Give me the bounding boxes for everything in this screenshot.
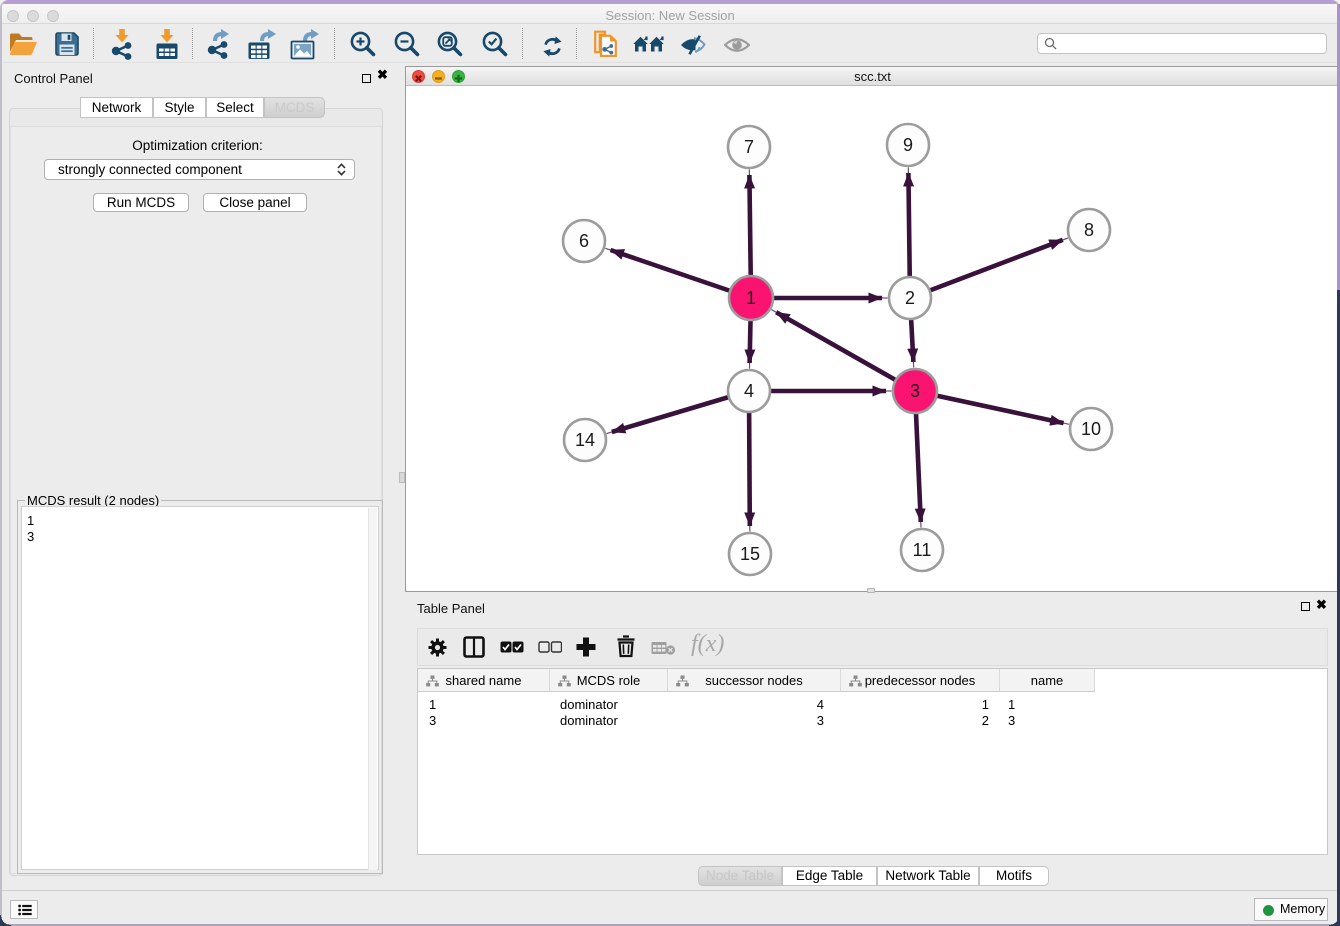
svg-text:2: 2 — [905, 288, 915, 308]
svg-text:4: 4 — [744, 381, 754, 401]
svg-text:15: 15 — [740, 544, 760, 564]
svg-text:3: 3 — [910, 381, 920, 401]
svg-text:7: 7 — [744, 137, 754, 157]
svg-text:11: 11 — [913, 540, 932, 560]
svg-text:6: 6 — [579, 231, 589, 251]
svg-text:8: 8 — [1084, 220, 1094, 240]
svg-text:9: 9 — [903, 135, 913, 155]
svg-text:14: 14 — [575, 430, 595, 450]
svg-text:10: 10 — [1081, 419, 1101, 439]
svg-text:1: 1 — [746, 288, 756, 308]
